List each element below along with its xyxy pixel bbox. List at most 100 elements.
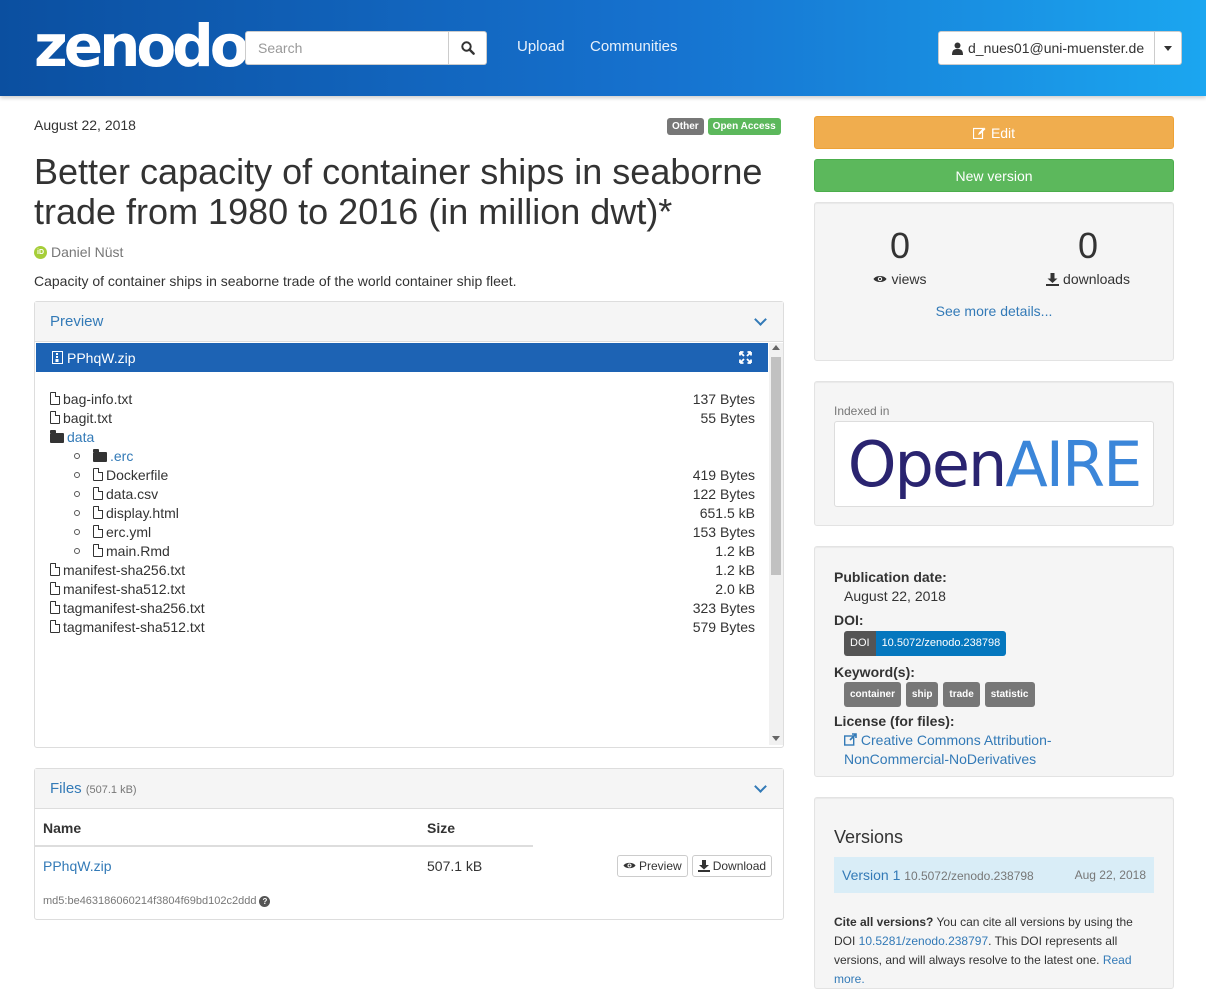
indexed-in-well: Indexed in Open AIRE (814, 381, 1174, 526)
chevron-down-icon[interactable] (754, 312, 767, 326)
version-link[interactable]: Version 1 (842, 867, 900, 883)
tree-item-size: 419 Bytes (692, 466, 755, 483)
bullet-icon (74, 452, 80, 459)
user-dropdown-toggle[interactable] (1155, 31, 1183, 65)
bullet-icon (74, 509, 80, 516)
tree-row: erc.yml 153 Bytes (50, 522, 755, 541)
scroll-up-arrow-icon[interactable] (772, 345, 780, 350)
tree-item-size: 2.0 kB (715, 580, 755, 597)
tree-item-name: tagmanifest-sha256.txt (63, 599, 205, 616)
files-heading-link[interactable]: Files (507.1 kB) (50, 780, 137, 797)
preview-heading-link[interactable]: Preview (50, 313, 103, 330)
chevron-down-icon[interactable] (754, 779, 767, 793)
concept-doi-link[interactable]: 10.5281/zenodo.238797 (859, 934, 988, 948)
tree-item-size: 137 Bytes (692, 390, 755, 407)
tree-item-name: main.Rmd (106, 542, 170, 559)
doi-badge[interactable]: DOI 10.5072/zenodo.238798 (844, 631, 1007, 656)
downloads-label: downloads (1063, 271, 1130, 287)
see-more-details-link[interactable]: See more details... (815, 303, 1173, 319)
tree-item-size: 55 Bytes (700, 409, 755, 426)
preview-file-button[interactable]: Preview (617, 854, 688, 877)
table-row: PPhqW.zip 507.1 kB Preview Download (35, 847, 783, 884)
tree-row: manifest-sha512.txt 2.0 kB (50, 579, 755, 598)
keywords-label: Keyword(s): (834, 664, 915, 680)
user-email: d_nues01@uni-muenster.de (968, 40, 1145, 56)
files-heading-label: Files (50, 780, 82, 797)
tree-folder-link[interactable]: .erc (110, 448, 133, 464)
access-right-badge: Open Access (707, 118, 781, 135)
views-stat: 0 views (815, 223, 985, 287)
orcid-icon[interactable]: iD (34, 245, 47, 259)
file-icon (93, 506, 103, 519)
openaire-logo-aire: AIRE (1005, 427, 1142, 501)
tree-folder-link[interactable]: data (67, 429, 94, 445)
preview-panel-heading[interactable]: Preview (35, 302, 783, 342)
publication-date: August 22, 2018 (34, 117, 136, 133)
doi-badge-value: 10.5072/zenodo.238798 (875, 631, 1007, 656)
bullet-icon (74, 490, 80, 497)
file-name-link[interactable]: PPhqW.zip (35, 858, 427, 874)
tree-item-name: manifest-sha256.txt (63, 561, 186, 578)
edit-icon (972, 127, 986, 139)
file-checksum: md5:be463186060214f3804f69bd102c2ddd ? (43, 895, 271, 907)
file-tree: bag-info.txt 137 Bytes bagit.txt 55 Byte… (50, 389, 755, 636)
search-input[interactable] (245, 31, 449, 65)
column-header-size: Size (427, 819, 456, 836)
bullet-icon (74, 471, 80, 478)
tree-row: display.html 651.5 kB (50, 503, 755, 522)
keyword-badge[interactable]: ship (905, 682, 939, 707)
creator: iD Daniel Nüst (34, 244, 123, 260)
edit-button[interactable]: Edit (814, 116, 1174, 149)
files-panel: Files (507.1 kB) Name Size PPhqW.zip 507… (34, 768, 784, 920)
version-row[interactable]: Version 1 10.5072/zenodo.238798 Aug 22, … (834, 857, 1154, 893)
files-panel-heading[interactable]: Files (507.1 kB) (35, 769, 783, 809)
tree-item-size: 153 Bytes (692, 523, 755, 540)
creator-name[interactable]: Daniel Nüst (51, 244, 123, 260)
downloads-count: 0 (1077, 225, 1099, 266)
md5-value: md5:be463186060214f3804f69bd102c2ddd (43, 895, 257, 907)
nav-communities-link[interactable]: Communities (590, 38, 678, 55)
files-table: Name Size PPhqW.zip 507.1 kB Preview Dow… (35, 810, 783, 884)
folder-icon (50, 429, 64, 443)
license-link[interactable]: Creative Commons Attribution- NonCommerc… (843, 732, 1052, 767)
keyword-badge[interactable]: container (844, 682, 902, 707)
bullet-icon (74, 528, 80, 535)
search-button[interactable] (449, 31, 487, 65)
tree-row: tagmanifest-sha256.txt 323 Bytes (50, 598, 755, 617)
tree-item-name: display.html (106, 504, 179, 521)
help-icon[interactable]: ? (259, 895, 271, 907)
tree-item-name: Dockerfile (106, 466, 169, 483)
top-navbar: zenodo Upload Communities d_nues01@uni-m… (0, 0, 1206, 96)
file-icon (50, 582, 60, 595)
cite-bold: Cite all versions? (834, 915, 934, 929)
file-icon (50, 392, 60, 405)
resource-type-badge: Other (667, 118, 704, 135)
tree-row: bagit.txt 55 Bytes (50, 408, 755, 427)
tree-row: Dockerfile 419 Bytes (50, 465, 755, 484)
download-button-label: Download (712, 858, 767, 873)
keyword-badge[interactable]: trade (943, 682, 980, 707)
zenodo-logo[interactable]: zenodo (34, 10, 250, 82)
download-file-button[interactable]: Download (691, 854, 773, 877)
folder-icon (93, 448, 107, 462)
nav-upload-link[interactable]: Upload (517, 38, 565, 55)
keyword-badge[interactable]: statistic (984, 682, 1035, 707)
preview-scrollbar[interactable] (769, 343, 783, 745)
file-size: 507.1 kB (427, 857, 483, 874)
page-title: Better capacity of container ships in se… (34, 151, 763, 232)
tree-item-name: erc.yml (106, 523, 152, 540)
file-archive-icon (52, 351, 63, 364)
cite-all-versions: Cite all versions? You can cite all vers… (834, 913, 1156, 989)
fullscreen-icon[interactable] (739, 351, 752, 364)
views-count: 0 (889, 225, 911, 266)
openaire-logo[interactable]: Open AIRE (834, 421, 1154, 507)
scroll-down-arrow-icon[interactable] (772, 736, 780, 741)
file-icon (50, 563, 60, 576)
caret-down-icon (1164, 45, 1173, 51)
tree-item-size: 323 Bytes (692, 599, 755, 616)
scroll-thumb[interactable] (771, 357, 781, 575)
user-account-button[interactable]: d_nues01@uni-muenster.de (938, 31, 1156, 65)
zip-header-bar: PPhqW.zip (36, 343, 768, 372)
tree-row: .erc (50, 446, 755, 465)
new-version-button[interactable]: New version (814, 159, 1174, 192)
